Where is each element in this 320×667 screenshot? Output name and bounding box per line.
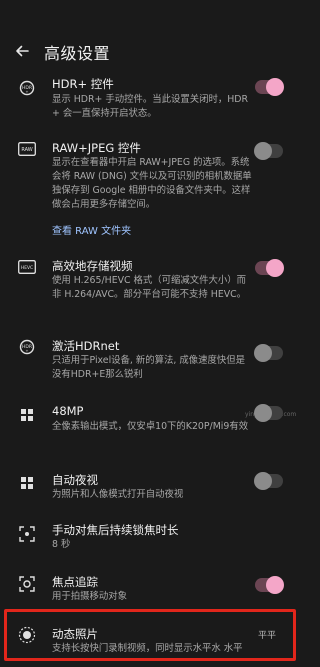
focus-lock-icon [18,525,36,543]
setting-title: 高效地存储视频 [52,259,133,273]
setting-description: 显示在查看器中开启 RAW+JPEG 的选项。系统会将 RAW (DNG) 文件… [52,157,252,210]
hdrnet-toggle[interactable] [254,344,283,362]
focus-tracking-toggle[interactable] [255,576,284,594]
raw-jpeg-toggle[interactable] [254,142,283,160]
setting-description: 用于拍摄移动对象 [52,591,128,602]
arrow-left-icon[interactable] [12,41,32,61]
setting-title: 48MP [52,404,84,418]
view-raw-folder-link[interactable]: 查看 RAW 文件夹 [52,222,131,237]
highlight-box [4,609,296,661]
setting-description: 只适用于Pixel设备, 新的算法, 成像速度快但是没有HDR+E那么锐利 [52,355,245,380]
setting-description: 全像素输出模式，仅安卓10下的K20P/Mi9有效 [52,421,249,432]
setting-title: 激活HDRnet [52,339,120,353]
page-title: 高级设置 [44,44,111,63]
hevc-icon: HEVC [18,258,36,276]
48mp-toggle[interactable] [254,404,283,422]
svg-text:HEVC: HEVC [21,265,33,271]
grid-icon [18,406,36,424]
top-bar: 高级设置 [0,36,300,66]
setting-title: 手动对焦后持续锁焦时长 [52,523,179,537]
raw-icon: RAW [18,140,36,158]
hdr-icon: HDR + [18,79,36,97]
svg-text:+: + [26,90,29,94]
setting-description: 显示 HDR+ 手动控件。当此设置关闭时，HDR+ 会一直保持开启状态。 [52,94,249,119]
setting-description: 为照片和人像模式打开自动夜视 [52,489,184,500]
focus-tracking-icon [18,575,36,593]
hdr-plus-toggle[interactable] [255,78,284,96]
setting-title: 自动夜视 [52,473,98,487]
hdrnet-icon: HDR + [18,338,36,356]
auto-night-toggle[interactable] [254,472,283,490]
setting-value: 8 秒 [52,539,71,550]
svg-text:RAW: RAW [21,147,32,153]
setting-title: HDR+ 控件 [52,77,114,91]
watermark-text: 平平 [258,631,277,641]
svg-text:+: + [26,349,29,353]
setting-description: 使用 H.265/HEVC 格式（可缩减文件大小）而非 H.264/AVC。部分… [52,275,247,300]
setting-title: 焦点追踪 [52,575,98,589]
grid-icon [18,474,36,492]
hevc-toggle[interactable] [255,259,284,277]
setting-title: RAW+JPEG 控件 [52,141,141,155]
